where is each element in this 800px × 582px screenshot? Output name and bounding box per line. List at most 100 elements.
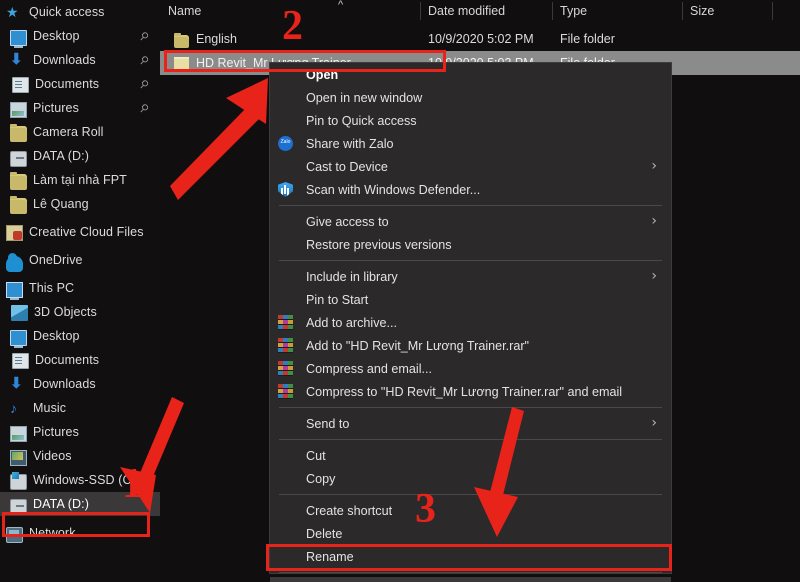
sidebar-item-desktop[interactable]: Desktop ⚲ bbox=[0, 24, 160, 48]
column-header-name[interactable]: Name bbox=[168, 4, 201, 18]
creative-cloud-icon bbox=[6, 225, 23, 241]
sidebar-item-documents[interactable]: Documents ⚲ bbox=[0, 72, 160, 96]
winrar-icon bbox=[278, 361, 293, 376]
menu-item-pin-to-quick-access[interactable]: Pin to Quick access bbox=[270, 109, 671, 132]
3d-objects-icon bbox=[11, 305, 28, 321]
sidebar-item-label: Pictures bbox=[33, 424, 79, 439]
documents-icon bbox=[12, 353, 29, 369]
menu-item-cast-to-device[interactable]: Cast to Device › bbox=[270, 155, 671, 178]
column-header-date-modified[interactable]: Date modified bbox=[428, 4, 505, 18]
menu-item-label: Create shortcut bbox=[306, 503, 393, 518]
date-modified-cell: 10/9/2020 5:02 PM bbox=[428, 32, 534, 46]
menu-item-give-access-to[interactable]: Give access to › bbox=[270, 210, 671, 233]
menu-item-send-to[interactable]: Send to › bbox=[270, 412, 671, 435]
menu-item-label: Scan with Windows Defender... bbox=[306, 182, 481, 197]
sidebar-item-desktop[interactable]: Desktop bbox=[0, 324, 160, 348]
menu-item-label: Rename bbox=[306, 549, 354, 564]
pictures-icon bbox=[10, 426, 27, 442]
table-row[interactable]: English 10/9/2020 5:02 PM File folder bbox=[160, 27, 800, 51]
menu-item-label: Give access to bbox=[306, 214, 389, 229]
folder-icon bbox=[174, 56, 189, 70]
column-divider[interactable] bbox=[552, 2, 553, 20]
menu-item-add-to-hd-revit-mr-l-ng-trainer-rar[interactable]: Add to "HD Revit_Mr Lương Trainer.rar" bbox=[270, 334, 671, 357]
music-icon: ♪ bbox=[10, 400, 17, 416]
menu-item-label: Include in library bbox=[306, 269, 398, 284]
menu-item-share-with-zalo[interactable]: Share with Zalo bbox=[270, 132, 671, 155]
menu-item-cut[interactable]: Cut bbox=[270, 444, 671, 467]
menu-item-label: Cast to Device bbox=[306, 159, 388, 174]
sidebar-item-pictures[interactable]: Pictures ⚲ bbox=[0, 96, 160, 120]
sidebar-item-label: Quick access bbox=[29, 4, 105, 19]
menu-item-open-in-new-window[interactable]: Open in new window bbox=[270, 86, 671, 109]
sidebar-item-camera-roll[interactable]: Camera Roll bbox=[0, 120, 160, 144]
menu-item-add-to-archive[interactable]: Add to archive... bbox=[270, 311, 671, 334]
menu-item-label: Compress and email... bbox=[306, 361, 432, 376]
menu-separator bbox=[279, 260, 662, 261]
menu-item-label: Pin to Start bbox=[306, 292, 369, 307]
sidebar-item-downloads[interactable]: ⬇ Downloads bbox=[0, 372, 160, 396]
file-name-cell: English bbox=[196, 32, 237, 46]
menu-separator bbox=[279, 407, 662, 408]
sidebar-item-label: OneDrive bbox=[29, 252, 83, 267]
sidebar-item-label: Lê Quang bbox=[33, 196, 89, 211]
sidebar-item-quick-access[interactable]: ★ Quick access bbox=[0, 0, 160, 24]
column-divider[interactable] bbox=[772, 2, 773, 20]
sidebar-item-3d-objects[interactable]: 3D Objects bbox=[0, 300, 160, 324]
menu-item-label: Add to archive... bbox=[306, 315, 398, 330]
chevron-right-icon: › bbox=[651, 213, 657, 229]
file-explorer-window: ★ Quick access Desktop ⚲ ⬇ Downloads ⚲ Document… bbox=[0, 0, 800, 582]
folder-icon bbox=[10, 196, 27, 214]
menu-item-restore-previous-versions[interactable]: Restore previous versions bbox=[270, 233, 671, 256]
sidebar-item-documents[interactable]: Documents bbox=[0, 348, 160, 372]
desktop-icon bbox=[10, 330, 27, 348]
sidebar-item-creative-cloud-files[interactable]: Creative Cloud Files bbox=[0, 220, 160, 244]
menu-item-label: Cut bbox=[306, 448, 326, 463]
menu-item-create-shortcut[interactable]: Create shortcut bbox=[270, 499, 671, 522]
column-header-type[interactable]: Type bbox=[560, 4, 587, 18]
pin-icon[interactable]: ⚲ bbox=[137, 100, 152, 115]
menu-item-label: Compress to "HD Revit_Mr Lương Trainer.r… bbox=[306, 384, 623, 399]
menu-item-open[interactable]: Open bbox=[270, 63, 671, 86]
sidebar-item-label: Creative Cloud Files bbox=[29, 224, 144, 239]
menu-item-scan-with-windows-defender[interactable]: Scan with Windows Defender... bbox=[270, 178, 671, 201]
zalo-icon bbox=[278, 136, 293, 151]
pin-icon[interactable]: ⚲ bbox=[137, 52, 152, 67]
column-header-row[interactable]: Name Date modified Type Size ^ bbox=[160, 0, 800, 22]
pin-icon[interactable]: ⚲ bbox=[137, 76, 152, 91]
sidebar-item-network[interactable]: Network bbox=[0, 521, 160, 545]
column-header-size[interactable]: Size bbox=[690, 4, 714, 18]
sidebar-item-label: DATA (D:) bbox=[33, 148, 89, 163]
sidebar-item-this-pc[interactable]: This PC bbox=[0, 276, 160, 300]
context-menu[interactable]: Open Open in new window Pin to Quick acces… bbox=[269, 62, 672, 582]
network-icon bbox=[6, 527, 23, 543]
sidebar-item-label: Desktop bbox=[33, 328, 80, 343]
menu-item-label: Pin to Quick access bbox=[306, 113, 417, 128]
menu-item-pin-to-start[interactable]: Pin to Start bbox=[270, 288, 671, 311]
menu-item-include-in-library[interactable]: Include in library › bbox=[270, 265, 671, 288]
sidebar-item-label: Documents bbox=[35, 76, 100, 91]
column-divider[interactable] bbox=[420, 2, 421, 20]
menu-item-delete[interactable]: Delete bbox=[270, 522, 671, 545]
sidebar-item-data-d[interactable]: DATA (D:) bbox=[0, 144, 160, 168]
sidebar-item-l-m-t-i-nh-fpt[interactable]: Làm tại nhà FPT bbox=[0, 168, 160, 192]
menu-item-compress-to-hd-revit-mr-l-ng-trainer-rar[interactable]: Compress to "HD Revit_Mr Lương Trainer.r… bbox=[270, 380, 671, 403]
sidebar-item-music[interactable]: ♪ Music bbox=[0, 396, 160, 420]
menu-item-compress-and-email[interactable]: Compress and email... bbox=[270, 357, 671, 380]
sidebar-item-label: Documents bbox=[35, 352, 100, 367]
desktop-icon bbox=[10, 30, 27, 48]
column-divider[interactable] bbox=[682, 2, 683, 20]
sidebar-item-downloads[interactable]: ⬇ Downloads ⚲ bbox=[0, 48, 160, 72]
menu-item-copy[interactable]: Copy bbox=[270, 467, 671, 490]
menu-item-rename[interactable]: Rename bbox=[270, 545, 671, 568]
sidebar-item-l-quang[interactable]: Lê Quang bbox=[0, 192, 160, 216]
menu-item-label: Open bbox=[306, 67, 339, 82]
sidebar-item-label: Videos bbox=[33, 448, 72, 463]
pin-icon[interactable]: ⚲ bbox=[137, 28, 152, 43]
sidebar-item-pictures[interactable]: Pictures bbox=[0, 420, 160, 444]
folder-icon bbox=[174, 32, 189, 48]
star-icon: ★ bbox=[6, 4, 19, 20]
menu-item-label: Copy bbox=[306, 471, 336, 486]
sidebar-item-label: Desktop bbox=[33, 28, 80, 43]
sidebar-item-onedrive[interactable]: OneDrive bbox=[0, 248, 160, 272]
menu-item-properties[interactable]: Properties bbox=[270, 577, 671, 582]
